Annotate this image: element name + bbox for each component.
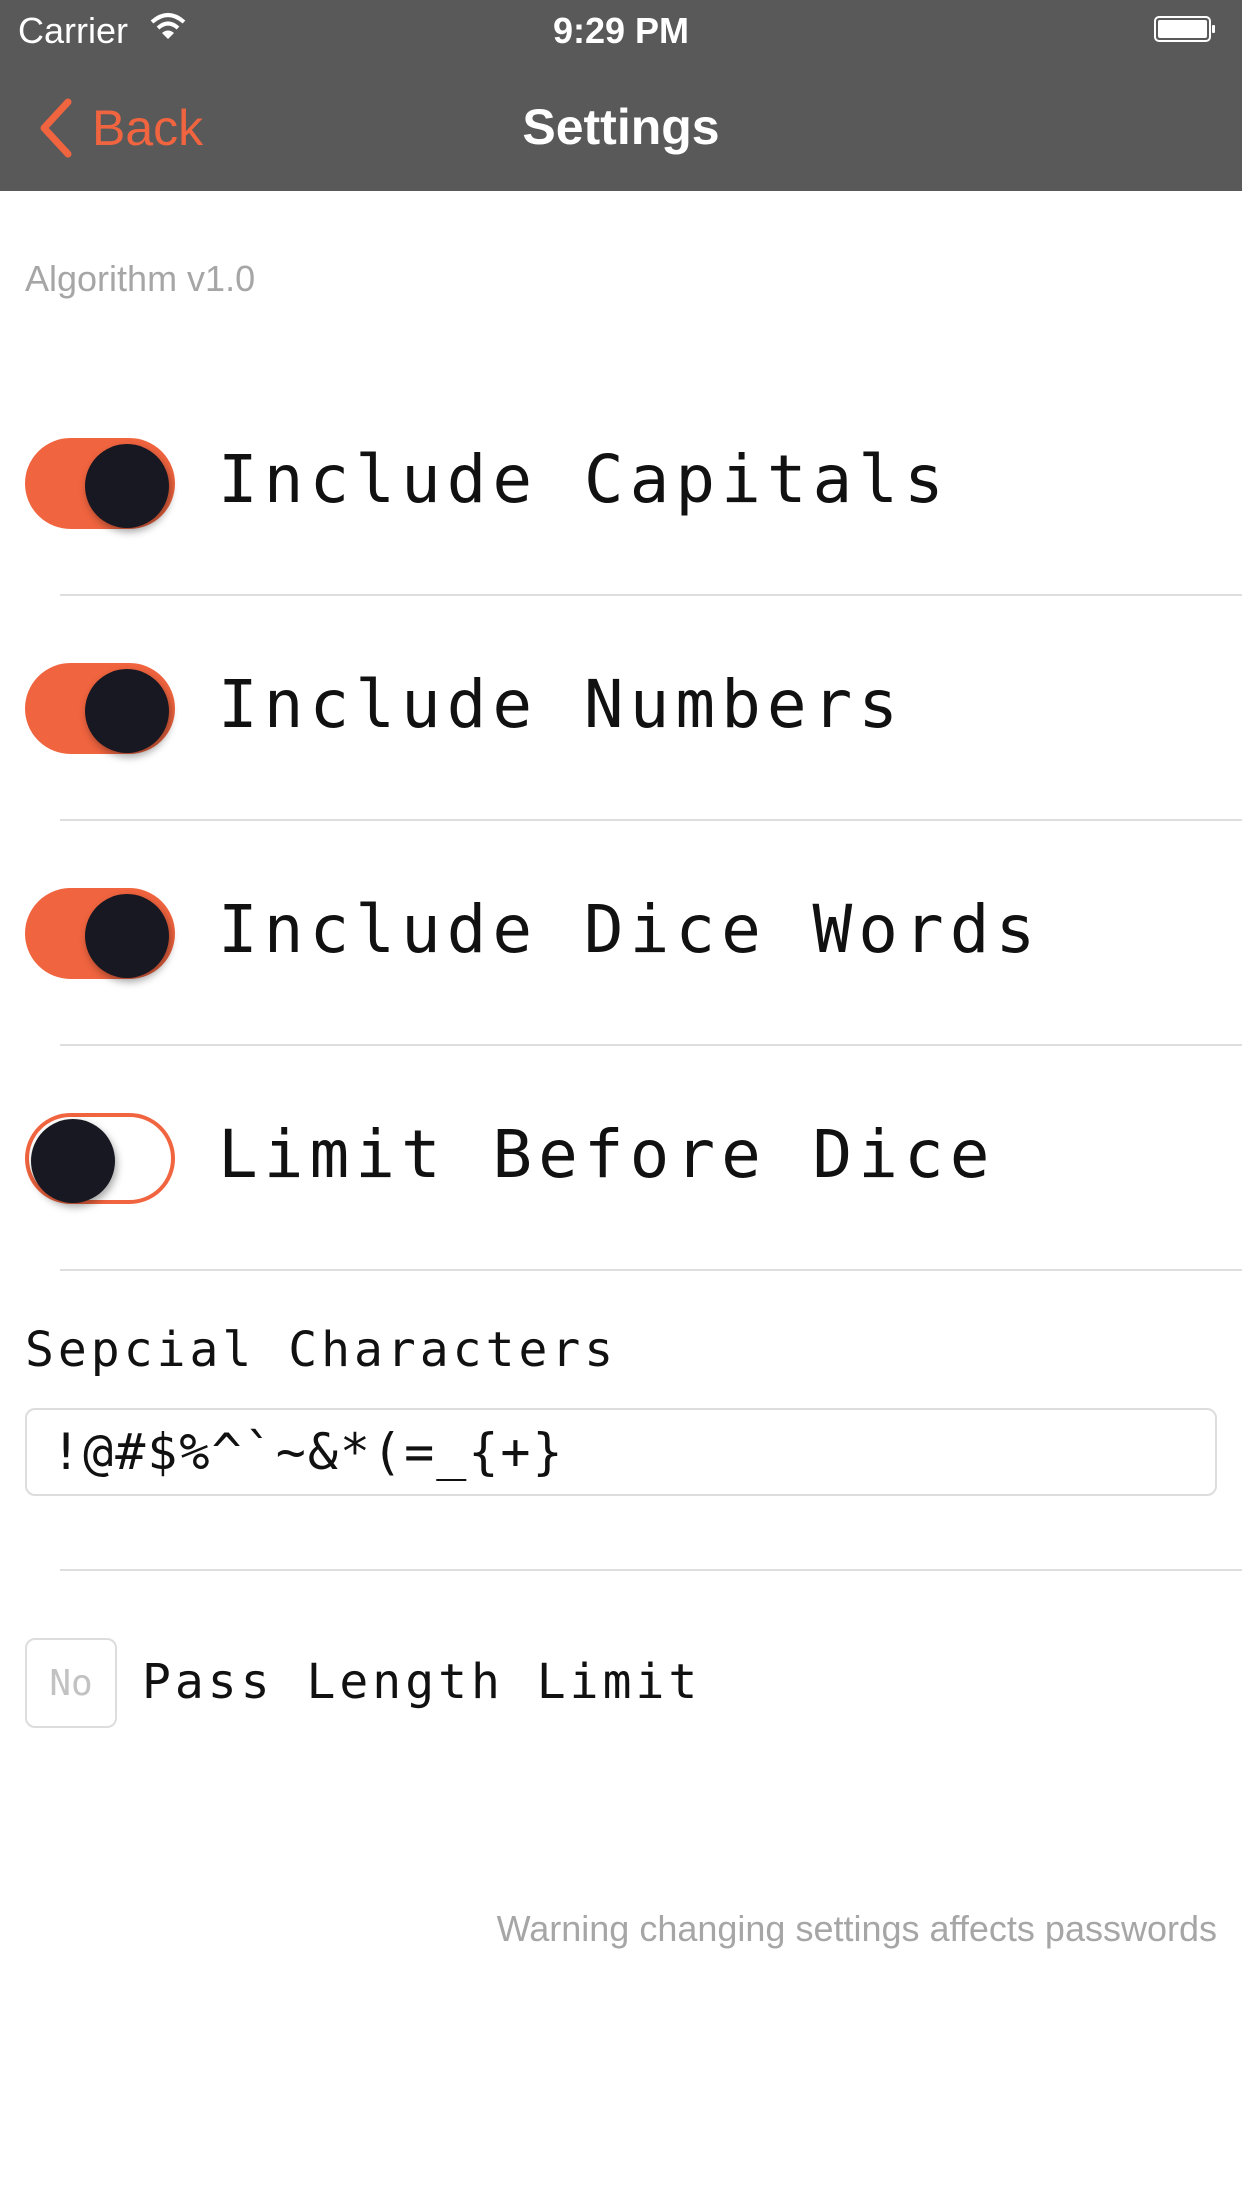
- toggle-knob: [85, 894, 169, 978]
- toggle-row-dice-words: Include Dice Words: [0, 821, 1242, 1046]
- settings-warning: Warning changing settings affects passwo…: [496, 1908, 1217, 1949]
- limit-before-dice-label: Limit Before Dice: [218, 1116, 996, 1193]
- toggle-row-numbers: Include Numbers: [0, 596, 1242, 821]
- special-characters-label: Sepcial Characters: [25, 1322, 618, 1378]
- special-characters-input[interactable]: !@#$%^`~&*(=_{+}: [25, 1408, 1217, 1496]
- toggle-row-capitals: Include Capitals: [0, 371, 1242, 596]
- pass-length-limit-label: Pass Length Limit: [142, 1654, 702, 1710]
- toggle-row-limit-before-dice: Limit Before Dice: [0, 1046, 1242, 1271]
- numbers-label: Include Numbers: [218, 666, 905, 743]
- status-bar: Carrier 9:29 PM: [0, 0, 1242, 60]
- toggle-knob: [31, 1119, 115, 1203]
- battery-icon: [1154, 16, 1215, 42]
- numbers-toggle[interactable]: [25, 663, 175, 754]
- pass-length-limit-input[interactable]: No: [25, 1638, 117, 1728]
- toggle-knob: [85, 669, 169, 753]
- page-title: Settings: [522, 99, 720, 155]
- status-time: 9:29 PM: [552, 10, 690, 51]
- divider: [60, 1569, 1242, 1571]
- dice-words-label: Include Dice Words: [218, 891, 1042, 968]
- capitals-toggle[interactable]: [25, 438, 175, 529]
- dice-words-toggle[interactable]: [25, 888, 175, 979]
- capitals-label: Include Capitals: [218, 441, 950, 518]
- algorithm-version: Algorithm v1.0: [25, 258, 256, 299]
- toggle-knob: [85, 444, 169, 528]
- limit-before-dice-toggle[interactable]: [25, 1113, 175, 1204]
- navigation-bar: Back Settings: [0, 60, 1242, 191]
- divider: [60, 1269, 1242, 1271]
